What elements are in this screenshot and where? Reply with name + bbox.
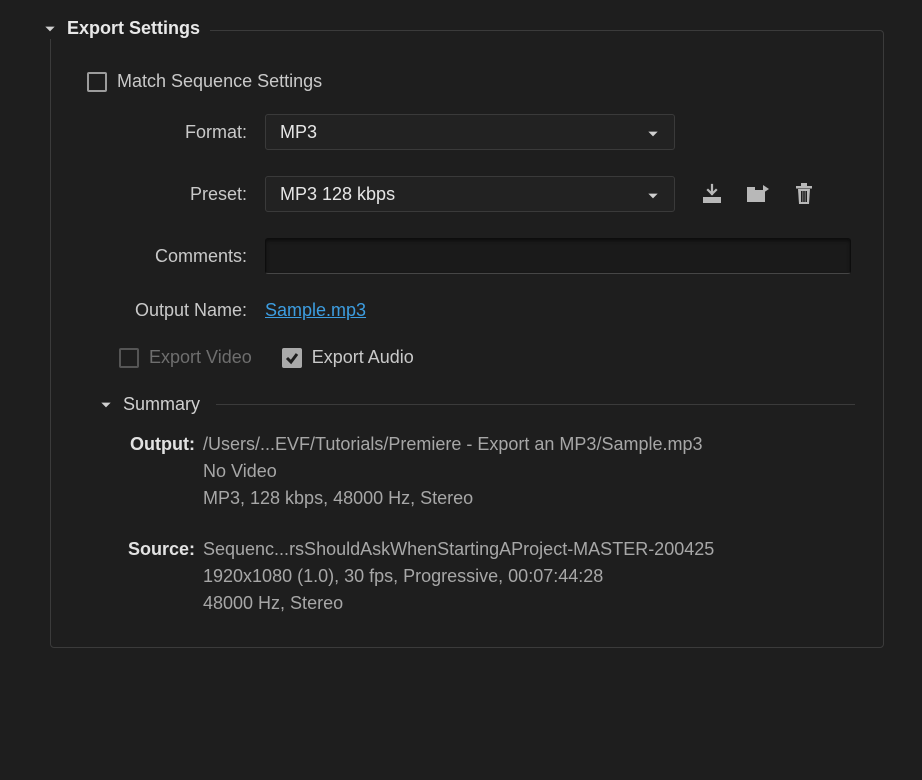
summary-disclosure[interactable] [99, 398, 113, 412]
summary-output-label: Output: [117, 431, 203, 512]
comments-input[interactable] [265, 238, 851, 274]
preset-actions [699, 181, 817, 207]
format-select[interactable]: MP3 [265, 114, 675, 150]
summary-body: Output: /Users/...EVF/Tutorials/Premiere… [117, 431, 855, 617]
match-sequence-row: Match Sequence Settings [87, 71, 855, 92]
preset-label: Preset: [79, 184, 265, 205]
output-name-label: Output Name: [79, 300, 265, 321]
summary-source-video: 1920x1080 (1.0), 30 fps, Progressive, 00… [203, 563, 714, 590]
summary-divider [216, 404, 855, 405]
format-row: Format: MP3 [79, 114, 855, 150]
export-audio-toggle: Export Audio [282, 347, 414, 368]
summary-source-label: Source: [117, 536, 203, 617]
export-video-checkbox [119, 348, 139, 368]
export-settings-disclosure[interactable] [43, 22, 57, 36]
summary-header: Summary [99, 394, 855, 415]
comments-label: Comments: [79, 246, 265, 267]
summary-title: Summary [123, 394, 200, 415]
import-preset-icon [745, 183, 771, 205]
match-sequence-checkbox[interactable] [87, 72, 107, 92]
export-toggles: Export Video Export Audio [119, 347, 855, 368]
preset-select[interactable]: MP3 128 kbps [265, 176, 675, 212]
preset-value: MP3 128 kbps [280, 184, 395, 205]
summary-output-value: /Users/...EVF/Tutorials/Premiere - Expor… [203, 431, 703, 512]
export-video-label: Export Video [149, 347, 252, 368]
output-name-row: Output Name: Sample.mp3 [79, 300, 855, 321]
summary-source-audio: 48000 Hz, Stereo [203, 590, 714, 617]
output-name-link[interactable]: Sample.mp3 [265, 300, 366, 321]
export-audio-label: Export Audio [312, 347, 414, 368]
trash-icon [793, 182, 815, 206]
chevron-down-icon [99, 398, 113, 412]
preset-row: Preset: MP3 128 kbps [79, 176, 855, 212]
chevron-down-icon [43, 22, 57, 36]
export-video-toggle: Export Video [119, 347, 252, 368]
save-preset-icon [700, 183, 724, 205]
export-settings-group: Export Settings Match Sequence Settings … [50, 30, 884, 648]
chevron-down-icon [646, 125, 660, 139]
export-settings-header: Export Settings [43, 18, 210, 39]
check-icon [285, 351, 299, 365]
import-preset-button[interactable] [745, 181, 771, 207]
summary-source-name: Sequenc...rsShouldAskWhenStartingAProjec… [203, 536, 714, 563]
summary-section: Summary Output: /Users/...EVF/Tutorials/… [99, 394, 855, 617]
save-preset-button[interactable] [699, 181, 725, 207]
summary-output-path: /Users/...EVF/Tutorials/Premiere - Expor… [203, 431, 703, 458]
chevron-down-icon [646, 187, 660, 201]
delete-preset-button[interactable] [791, 181, 817, 207]
summary-source-value: Sequenc...rsShouldAskWhenStartingAProjec… [203, 536, 714, 617]
summary-output-row: Output: /Users/...EVF/Tutorials/Premiere… [117, 431, 855, 512]
comments-row: Comments: [79, 238, 855, 274]
export-audio-checkbox[interactable] [282, 348, 302, 368]
summary-source-row: Source: Sequenc...rsShouldAskWhenStartin… [117, 536, 855, 617]
format-label: Format: [79, 122, 265, 143]
summary-output-audio: MP3, 128 kbps, 48000 Hz, Stereo [203, 485, 703, 512]
format-value: MP3 [280, 122, 317, 143]
export-settings-title: Export Settings [67, 18, 200, 39]
export-settings-panel: Export Settings Match Sequence Settings … [50, 30, 884, 648]
summary-output-video: No Video [203, 458, 703, 485]
match-sequence-label: Match Sequence Settings [117, 71, 322, 92]
